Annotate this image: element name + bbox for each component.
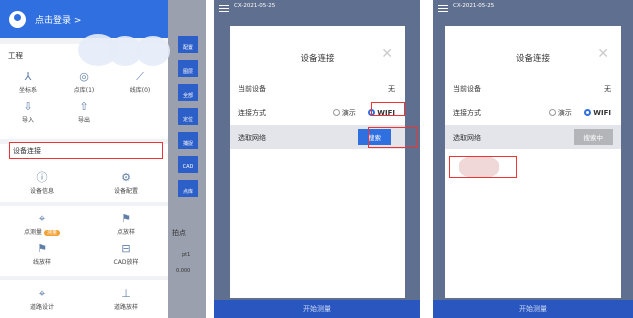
map-layer-button[interactable]: 图层 (178, 60, 198, 77)
line-library-icon: ⟋ (136, 69, 144, 83)
line-library-label: 线库(0) (129, 86, 151, 94)
point-stakeout-item[interactable]: ⚑ 点放样 (84, 209, 168, 239)
connection-mode-label: 连接方式 (238, 109, 266, 117)
login-header[interactable]: 点击登录 > (0, 0, 168, 38)
export-icon: ⇧ (79, 99, 89, 113)
start-measure-bar[interactable]: 开始测量 (214, 300, 420, 318)
select-network-row: 选取网络 搜索中 (445, 125, 621, 149)
coordinate-label: 坐标系 (18, 86, 37, 94)
import-label: 导入 (21, 116, 34, 124)
close-icon[interactable]: ✕ (381, 47, 393, 61)
menu-icon[interactable] (438, 5, 448, 12)
export-label: 导出 (77, 116, 90, 124)
map-config-button[interactable]: 配置 (178, 36, 198, 53)
menu-icon[interactable] (219, 5, 229, 12)
connection-mode-row: 连接方式 演示 WIFI (445, 100, 621, 124)
point-stakeout-label: 点放样 (116, 228, 135, 236)
connection-mode-label: 连接方式 (453, 109, 481, 117)
searching-button: 搜索中 (573, 129, 613, 145)
menu-panel: 配置 图层 全部 定位 捕捉 CAD 点库 拍点 pt1 0.000 点击登录 … (0, 0, 206, 318)
flag-icon: ⚑ (121, 211, 131, 225)
select-network-label: 选取网络 (453, 134, 481, 142)
highlight-box (368, 127, 418, 148)
map-locate-button[interactable]: 定位 (178, 108, 198, 125)
line-stakeout-item[interactable]: ⚑ 线放样 (0, 239, 84, 269)
device-info-item[interactable]: ⓘ 设备信息 (0, 168, 84, 198)
measure-badge: 测量 (44, 229, 61, 236)
road-stakeout-icon: ⊥ (121, 286, 131, 300)
device-connect-item[interactable]: 设备连接 (9, 142, 163, 159)
device-connect-dialog: 设备连接 ✕ 当前设备 无 连接方式 演示 WIFI 选取网络 搜索中 (445, 26, 621, 298)
status-text: CX-2021-05-25 (453, 3, 495, 9)
line-stakeout-label: 线放样 (32, 258, 51, 266)
map-points-button[interactable]: 点库 (178, 180, 198, 197)
coordinate-icon: ⅄ (24, 69, 32, 83)
dialog-title: 设备连接 (515, 54, 550, 64)
info-icon: ⓘ (36, 170, 48, 184)
device-connect-dialog: 设备连接 ✕ 当前设备 无 连接方式 演示 WIFI 选取网络 搜索 (230, 26, 418, 298)
map-point-name: pt1 (182, 252, 191, 258)
demo-label: 演示 (557, 109, 572, 117)
import-item[interactable]: ⇩ 导入 (0, 97, 56, 127)
cad-stakeout-label: CAD放样 (113, 258, 139, 266)
current-device-value: 无 (388, 85, 395, 93)
line-library-item[interactable]: ⟋ 线库(0) (112, 67, 168, 97)
highlight-box (371, 102, 405, 116)
import-icon: ⇩ (23, 99, 33, 113)
demo-radio[interactable] (548, 109, 556, 116)
privacy-blur (136, 36, 170, 66)
coordinate-system-item[interactable]: ⅄ 坐标系 (0, 67, 56, 97)
point-measure-label: 点测量 (23, 228, 42, 236)
point-measure-item[interactable]: ⌖ 点测量 测量 (0, 209, 84, 239)
map-point-value: 0.000 (176, 268, 191, 274)
connect-dialog-screen: CX-2021-05-25 设备连接 ✕ 当前设备 无 连接方式 演示 WIFI… (214, 0, 420, 318)
current-device-row: 当前设备 无 (445, 76, 621, 100)
export-item[interactable]: ⇧ 导出 (56, 97, 112, 127)
highlight-box (449, 156, 517, 178)
flag-icon: ⚑ (37, 241, 47, 255)
point-library-icon: ◎ (79, 69, 89, 83)
road-stakeout-item[interactable]: ⊥ 道路放样 (84, 284, 168, 314)
device-config-item[interactable]: ⚙ 设备配置 (84, 168, 168, 198)
close-icon[interactable]: ✕ (597, 47, 609, 61)
status-bar: CX-2021-05-25 (214, 0, 420, 18)
login-link[interactable]: 点击登录 > (35, 13, 81, 26)
avatar (9, 10, 26, 28)
demo-label: 演示 (341, 109, 356, 117)
map-snap-button[interactable]: 捕捉 (178, 132, 198, 149)
road-design-icon: ⌖ (38, 286, 46, 300)
demo-radio[interactable] (332, 109, 340, 116)
map-label: 拍点 (172, 229, 186, 237)
road-design-label: 道路设计 (29, 303, 54, 311)
wifi-radio[interactable] (584, 109, 592, 116)
road-stakeout-label: 道路放样 (113, 303, 138, 311)
point-library-item[interactable]: ◎ 点库(1) (56, 67, 112, 97)
cad-stakeout-item[interactable]: ⊟ CAD放样 (84, 239, 168, 269)
current-device-label: 当前设备 (453, 85, 481, 93)
current-device-label: 当前设备 (238, 85, 266, 93)
dialog-title: 设备连接 (300, 54, 335, 64)
location-icon: ⌖ (38, 211, 46, 225)
select-network-label: 选取网络 (238, 134, 266, 142)
map-cad-button[interactable]: CAD (178, 156, 198, 173)
point-library-label: 点库(1) (73, 86, 95, 94)
road-design-item[interactable]: ⌖ 道路设计 (0, 284, 84, 314)
gear-icon: ⚙ (121, 170, 131, 184)
current-device-value: 无 (604, 85, 611, 93)
status-text: CX-2021-05-25 (234, 3, 276, 9)
connect-dialog-searching-screen: CX-2021-05-25 设备连接 ✕ 当前设备 无 连接方式 演示 WIFI… (433, 0, 633, 318)
cad-icon: ⊟ (121, 241, 131, 255)
measure-section: ⌖ 点测量 测量 ⚑ 点放样 ⚑ 线放样 ⊟ CAD放样 (0, 206, 168, 276)
map-all-button[interactable]: 全部 (178, 84, 198, 101)
device-config-label: 设备配置 (113, 187, 138, 195)
status-bar: CX-2021-05-25 (433, 0, 633, 18)
road-section: ⌖ 道路设计 ⊥ 道路放样 (0, 280, 168, 318)
start-measure-bar[interactable]: 开始测量 (433, 300, 633, 318)
wifi-label: WIFI (593, 109, 611, 117)
current-device-row: 当前设备 无 (230, 76, 405, 100)
device-info-label: 设备信息 (29, 187, 54, 195)
